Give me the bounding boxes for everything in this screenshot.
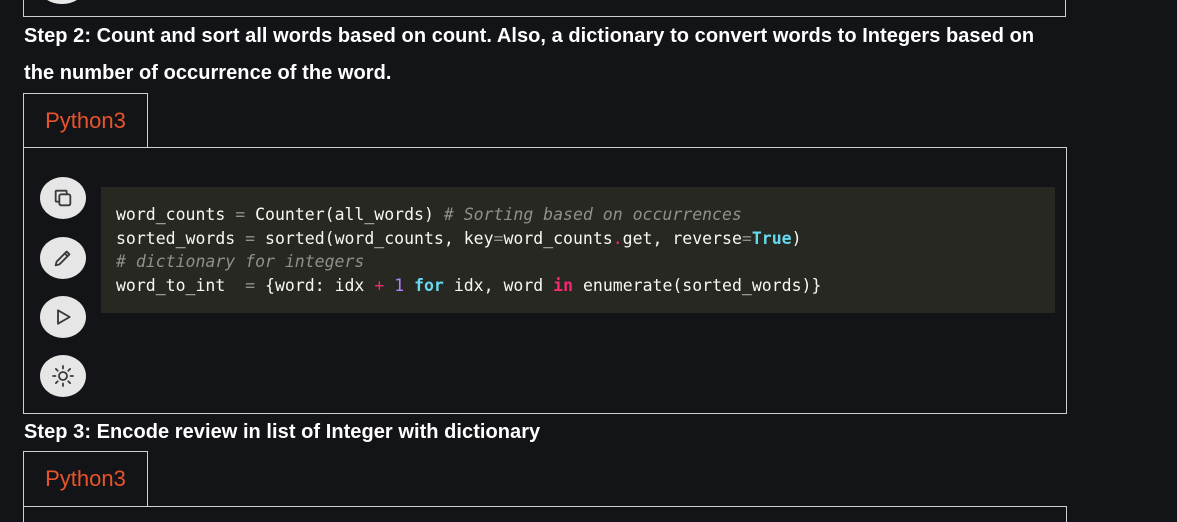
page: Step 2: Count and sort all words based o… — [0, 0, 1177, 522]
copy-button[interactable] — [40, 177, 86, 219]
run-button[interactable] — [40, 296, 86, 338]
run-icon — [57, 309, 71, 325]
code-panel: word_counts = Counter(all_words) # Sorti… — [23, 147, 1067, 414]
theme-icon — [52, 365, 74, 387]
theme-toggle-button[interactable] — [40, 355, 86, 397]
tab-python3-step3[interactable]: Python3 — [23, 451, 148, 506]
copy-icon — [54, 189, 72, 207]
code-panel-step3 — [23, 506, 1067, 522]
code-line-2: sorted_words = sorted(word_counts, key=w… — [116, 228, 802, 248]
previous-code-panel — [23, 0, 1066, 17]
code-block[interactable]: word_counts = Counter(all_words) # Sorti… — [101, 187, 1055, 313]
code-line-4: word_to_int = {word: idx + 1 for idx, wo… — [116, 275, 822, 295]
code-line-3: # dictionary for integers — [116, 252, 365, 271]
step-3-heading: Step 3: Encode review in list of Integer… — [24, 421, 541, 443]
step-2-heading: Step 2: Count and sort all words based o… — [24, 25, 1035, 84]
edit-icon — [54, 250, 71, 267]
tab-python3[interactable]: Python3 — [23, 93, 148, 148]
edit-button[interactable] — [40, 237, 86, 279]
code-line-1: word_counts = Counter(all_words) # Sorti… — [116, 205, 742, 224]
